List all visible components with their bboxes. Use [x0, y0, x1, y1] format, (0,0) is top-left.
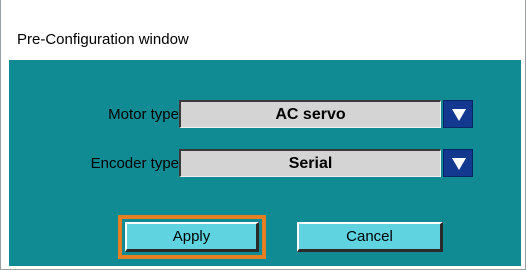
motor-type-value[interactable]: AC servo — [179, 100, 441, 128]
encoder-type-select[interactable]: Serial — [179, 149, 475, 177]
chevron-down-icon — [452, 109, 466, 121]
pre-configuration-window: Pre-Configuration window Motor type AC s… — [0, 0, 526, 270]
encoder-type-dropdown-button[interactable] — [443, 149, 473, 177]
title-bar: Pre-Configuration window — [1, 0, 525, 58]
cancel-button[interactable]: Cancel — [297, 222, 443, 252]
chevron-down-icon — [452, 158, 466, 170]
window-title: Pre-Configuration window — [17, 31, 189, 48]
motor-type-dropdown-button[interactable] — [443, 100, 473, 128]
encoder-type-label: Encoder type — [90, 155, 179, 172]
motor-type-label: Motor type — [108, 106, 179, 123]
motor-type-select[interactable]: AC servo — [179, 100, 475, 128]
apply-button[interactable]: Apply — [125, 222, 259, 252]
encoder-type-value[interactable]: Serial — [179, 149, 441, 177]
